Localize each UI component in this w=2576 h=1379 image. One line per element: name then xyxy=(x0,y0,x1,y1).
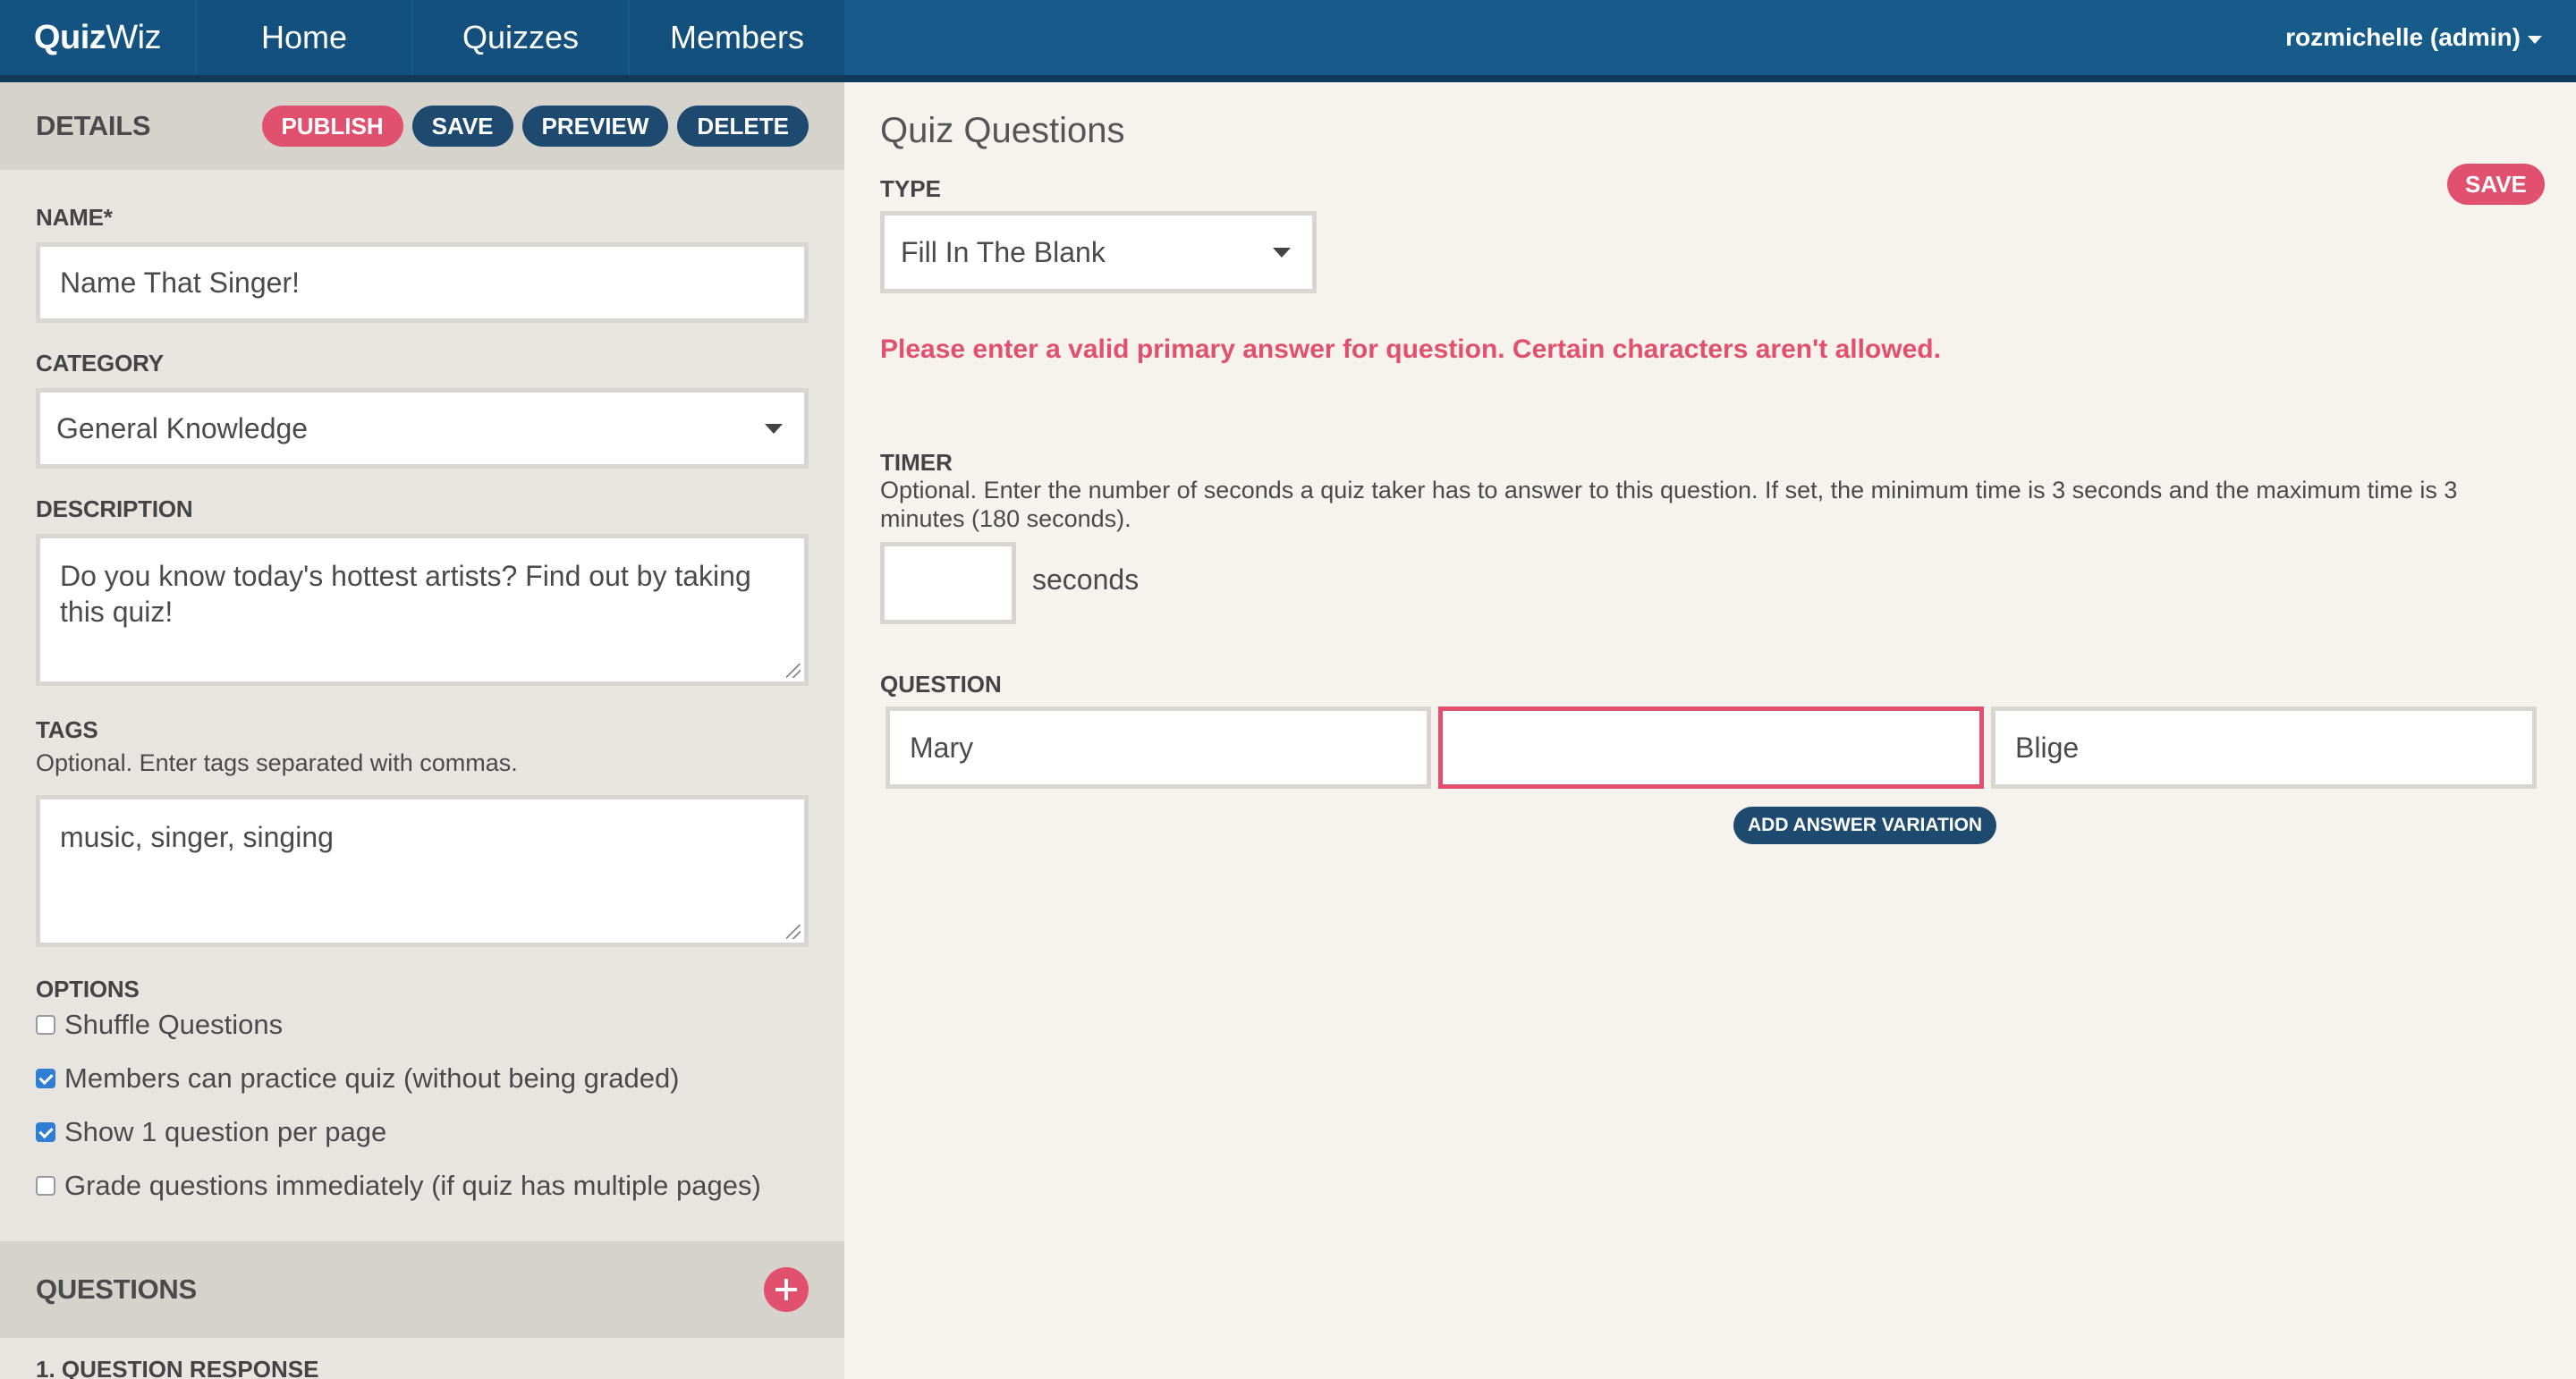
quiz-questions-panel: Quiz Questions SAVE TYPE Fill In The Bla… xyxy=(844,82,2576,1379)
answer-blank-input[interactable] xyxy=(1438,706,1984,789)
option-shuffle-questions[interactable]: Shuffle Questions xyxy=(36,998,844,1052)
checkbox-practice-quiz[interactable] xyxy=(36,1069,55,1088)
add-question-button[interactable] xyxy=(764,1267,809,1312)
nav-members[interactable]: Members xyxy=(628,0,844,75)
tags-textarea[interactable]: music, singer, singing xyxy=(36,795,809,947)
type-value: Fill In The Blank xyxy=(901,235,1106,268)
chevron-down-icon xyxy=(765,423,783,434)
save-button[interactable]: SAVE xyxy=(411,106,513,147)
timer-input[interactable] xyxy=(880,542,1016,624)
brand-logo-bold: Quiz xyxy=(33,18,106,56)
option-practice-quiz[interactable]: Members can practice quiz (without being… xyxy=(36,1052,844,1105)
checkbox-grade-immediately[interactable] xyxy=(36,1176,55,1196)
questions-title: QUESTIONS xyxy=(36,1273,197,1305)
tags-value: music, singer, singing xyxy=(60,821,334,853)
option-label: Shuffle Questions xyxy=(64,1009,284,1040)
option-label: Members can practice quiz (without being… xyxy=(64,1062,680,1094)
answer-part-input[interactable]: Mary xyxy=(886,706,1431,789)
preview-button[interactable]: PREVIEW xyxy=(521,106,669,147)
nav-quizzes[interactable]: Quizzes xyxy=(411,0,628,75)
option-label: Show 1 question per page xyxy=(64,1116,387,1147)
user-menu[interactable]: rozmichelle (admin) xyxy=(2285,0,2576,75)
type-label: TYPE xyxy=(880,175,941,202)
category-value: General Knowledge xyxy=(56,411,309,444)
publish-button[interactable]: PUBLISH xyxy=(261,106,403,147)
option-grade-immediately[interactable]: Grade questions immediately (if quiz has… xyxy=(36,1159,844,1213)
tags-label: TAGS xyxy=(36,716,98,743)
page-title: Quiz Questions xyxy=(880,111,1125,150)
question-label: QUESTION xyxy=(880,671,1002,698)
chevron-down-icon xyxy=(2528,35,2542,44)
resize-handle-icon[interactable] xyxy=(786,664,801,678)
details-title: DETAILS xyxy=(36,110,151,141)
add-answer-variation-button[interactable]: ADD ANSWER VARIATION xyxy=(1733,807,1997,844)
questions-header: QUESTIONS xyxy=(0,1241,844,1338)
details-sidebar: DETAILS PUBLISH SAVE PREVIEW DELETE NAME… xyxy=(0,82,844,1379)
option-label: Grade questions immediately (if quiz has… xyxy=(64,1170,761,1201)
error-message: Please enter a valid primary answer for … xyxy=(880,334,1941,364)
checkbox-one-per-page[interactable] xyxy=(36,1122,55,1142)
name-label: NAME* xyxy=(36,204,113,231)
name-input[interactable]: Name That Singer! xyxy=(36,242,809,323)
user-name: rozmichelle (admin) xyxy=(2285,23,2521,51)
tags-help: Optional. Enter tags separated with comm… xyxy=(36,749,518,776)
category-select[interactable]: General Knowledge xyxy=(36,388,809,469)
chevron-down-icon xyxy=(1273,247,1291,258)
save-question-button[interactable]: SAVE xyxy=(2447,164,2545,205)
category-label: CATEGORY xyxy=(36,350,164,376)
question-list-item[interactable]: 1. QUESTION RESPONSE xyxy=(36,1356,318,1379)
seconds-label: seconds xyxy=(1032,563,1140,596)
checkbox-shuffle-questions[interactable] xyxy=(36,1015,55,1035)
nav-home[interactable]: Home xyxy=(195,0,411,75)
description-textarea[interactable]: Do you know today's hottest artists? Fin… xyxy=(36,534,809,686)
type-select[interactable]: Fill In The Blank xyxy=(880,211,1317,293)
description-value: Do you know today's hottest artists? Fin… xyxy=(60,560,751,628)
timer-label: TIMER xyxy=(880,449,953,476)
brand-logo-light: Wiz xyxy=(106,18,162,56)
timer-help: Optional. Enter the number of seconds a … xyxy=(880,477,2458,532)
option-one-per-page[interactable]: Show 1 question per page xyxy=(36,1105,844,1159)
delete-button[interactable]: DELETE xyxy=(677,106,809,147)
brand-logo[interactable]: Quiz Wiz xyxy=(0,0,195,75)
resize-handle-icon[interactable] xyxy=(786,925,801,939)
details-header: DETAILS PUBLISH SAVE PREVIEW DELETE xyxy=(0,82,844,170)
description-label: DESCRIPTION xyxy=(36,495,193,522)
top-nav: Quiz Wiz Home Quizzes Members rozmichelle… xyxy=(0,0,2576,82)
answer-part-input[interactable]: Blige xyxy=(1991,706,2537,789)
